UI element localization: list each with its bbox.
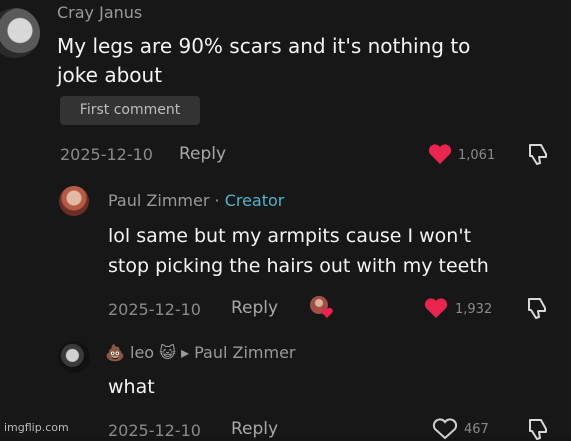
dislike-icon[interactable] [526,417,550,441]
avatar[interactable] [58,341,90,373]
heart-icon[interactable] [427,143,453,165]
comment-text-line: lol same but my armpits cause I won't [108,225,472,247]
comment-date: 2025-12-10 [60,145,153,164]
comment-author[interactable]: Cray Janus [57,3,142,22]
reply-author-line: 💩 leo 😺 ▸ Paul Zimmer [105,343,296,362]
avatar[interactable] [0,8,40,58]
comment-text-line: joke about [57,63,163,87]
comment-date: 2025-12-10 [108,421,201,440]
comment-thread: Cray Janus My legs are 90% scars and it'… [0,0,571,440]
comment-author[interactable]: Paul Zimmer [108,191,209,210]
reply-button[interactable]: Reply [231,298,278,318]
creator-badge: Creator [224,191,285,210]
reply-button[interactable]: Reply [179,144,226,164]
comment-text-line: My legs are 90% scars and it's nothing t… [57,34,471,58]
heart-icon[interactable] [423,297,449,319]
separator: · [214,191,220,210]
reply-arrow-icon: ▸ [180,343,189,362]
like-count: 1,932 [455,302,493,317]
like-count: 467 [464,422,489,437]
comment-date: 2025-12-10 [108,300,201,319]
like-count: 1,061 [458,148,496,163]
comment-author[interactable]: leo [130,343,154,362]
first-comment-badge: First comment [60,96,200,125]
reply-to-name[interactable]: Paul Zimmer [194,343,295,362]
avatar[interactable] [59,186,89,216]
author-emoji: 💩 [105,343,125,362]
reply-author-line: Paul Zimmer · Creator [108,191,284,210]
comment-text-line: stop picking the hairs out with my teeth [108,255,489,277]
watermark: imgflip.com [4,421,69,434]
dislike-icon[interactable] [526,142,550,166]
author-emoji: 😺 [159,343,176,362]
dislike-icon[interactable] [525,296,549,320]
reply-button[interactable]: Reply [231,419,278,439]
comment-text-line: what [108,376,155,398]
creator-liked-avatar [310,296,333,318]
